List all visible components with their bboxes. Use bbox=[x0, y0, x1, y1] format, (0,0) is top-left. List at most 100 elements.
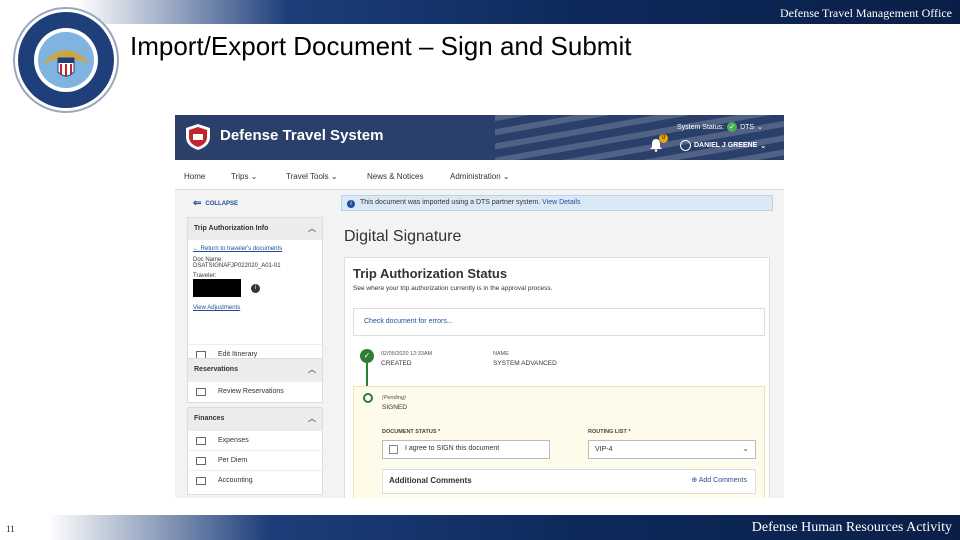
reservations-heading-label: Reservations bbox=[194, 366, 238, 373]
nav-trips-label: Trips bbox=[231, 172, 249, 181]
view-adjustments-link[interactable]: View Adjustments bbox=[193, 305, 317, 311]
sidebar: ⇐ COLLAPSE Trip Authorization Info ︿ ← R… bbox=[187, 193, 323, 498]
agree-sign-checkbox[interactable]: I agree to SIGN this document bbox=[382, 440, 550, 459]
step-datetime: 02/05/2020 12:33AM bbox=[381, 351, 433, 357]
chevron-down-icon: ⌄ bbox=[250, 172, 258, 181]
accounting-label: Accounting bbox=[218, 477, 253, 484]
finances-heading-label: Finances bbox=[194, 415, 225, 422]
check-icon: ✓ bbox=[360, 349, 374, 363]
card-title: Trip Authorization Status bbox=[353, 266, 508, 281]
pending-circle-icon bbox=[363, 393, 373, 403]
trip-info-heading-label: Trip Authorization Info bbox=[194, 225, 269, 232]
doc-name-value: DSATSIGNAFJP022020_A01-01 bbox=[193, 263, 281, 269]
agree-sign-label: I agree to SIGN this document bbox=[405, 445, 500, 452]
trip-info-section: Trip Authorization Info ︿ ← Return to tr… bbox=[187, 217, 323, 363]
chevron-up-icon: ︿ bbox=[308, 365, 316, 374]
chevron-up-icon: ︿ bbox=[308, 224, 316, 233]
slide-header-org: Defense Travel Management Office bbox=[779, 6, 952, 20]
chevron-down-icon: ⌄ bbox=[760, 142, 767, 150]
routing-list-select[interactable]: VIP-4 ⌄ bbox=[588, 440, 756, 459]
expenses-label: Expenses bbox=[218, 437, 249, 444]
sidebar-item-per-diem[interactable]: Per Diem bbox=[188, 450, 322, 470]
step-name-label: NAME bbox=[493, 351, 509, 357]
user-menu[interactable]: DANIEL J GREENE ⌄ bbox=[680, 140, 766, 151]
main-content: i This document was imported using a DTS… bbox=[341, 190, 784, 498]
import-info-banner: i This document was imported using a DTS… bbox=[341, 195, 773, 211]
routing-list-label: ROUTING LIST * bbox=[588, 429, 631, 435]
edit-itinerary-label: Edit Itinerary bbox=[218, 351, 258, 358]
collapse-label: COLLAPSE bbox=[205, 200, 239, 207]
step-name: SYSTEM ADVANCED bbox=[493, 360, 557, 367]
card-subtitle: See where your trip authorization curren… bbox=[353, 285, 553, 292]
notification-badge: 0 bbox=[659, 134, 668, 143]
trip-info-heading[interactable]: Trip Authorization Info ︿ bbox=[188, 218, 322, 240]
return-to-documents-link[interactable]: ← Return to traveler's documents bbox=[193, 246, 317, 252]
sidebar-item-review-reservations[interactable]: Review Reservations bbox=[188, 381, 322, 401]
system-status-label: System Status: bbox=[677, 123, 725, 131]
collapse-button[interactable]: ⇐ COLLAPSE bbox=[193, 198, 238, 209]
additional-comments-label: Additional Comments bbox=[389, 476, 472, 485]
chevron-down-icon: ⌄ bbox=[742, 444, 749, 453]
traveler-name-redacted bbox=[193, 279, 241, 297]
add-comments-button[interactable]: ⊕ Add Comments bbox=[691, 476, 747, 484]
routing-list-value: VIP-4 bbox=[595, 446, 613, 453]
info-icon[interactable]: i bbox=[251, 283, 260, 293]
user-icon bbox=[680, 140, 691, 151]
slide-page-number: 11 bbox=[6, 524, 15, 534]
add-comments-label: Add Comments bbox=[698, 477, 747, 484]
slide-footer-bar: Defense Human Resources Activity bbox=[0, 515, 960, 540]
status-ok-icon: ✓ bbox=[727, 122, 738, 132]
page-title: Digital Signature bbox=[344, 228, 462, 245]
finances-section: Finances ︿ Expenses Per Diem Accounting bbox=[187, 407, 323, 495]
slide-header-bar: Defense Travel Management Office bbox=[0, 0, 960, 24]
reservations-heading[interactable]: Reservations ︿ bbox=[188, 359, 322, 381]
nav-administration-label: Administration bbox=[450, 172, 501, 181]
chevron-down-icon: ⌄ bbox=[502, 172, 510, 181]
additional-comments-panel: Additional Comments ⊕ Add Comments bbox=[382, 469, 756, 494]
collapse-icon: ⇐ bbox=[193, 198, 202, 209]
nav-news-notices[interactable]: News & Notices bbox=[367, 172, 423, 181]
main-nav: Home Trips ⌄ Travel Tools ⌄ News & Notic… bbox=[175, 160, 784, 190]
nav-trips[interactable]: Trips ⌄ bbox=[231, 172, 257, 181]
plus-icon: ⊕ bbox=[691, 477, 698, 484]
system-status-value: DTS bbox=[740, 123, 755, 131]
document-status-label: DOCUMENT STATUS * bbox=[382, 429, 441, 435]
return-link-label: Return to traveler's documents bbox=[200, 246, 283, 252]
nav-home[interactable]: Home bbox=[184, 172, 205, 181]
chevron-down-icon: ⌄ bbox=[757, 124, 763, 131]
nav-travel-tools[interactable]: Travel Tools ⌄ bbox=[286, 172, 338, 181]
step-status: CREATED bbox=[381, 360, 412, 367]
chevron-down-icon: ⌄ bbox=[330, 172, 338, 181]
app-title[interactable]: Defense Travel System bbox=[220, 127, 383, 144]
chevron-up-icon: ︿ bbox=[308, 414, 316, 423]
slide-title: Import/Export Document – Sign and Submit bbox=[130, 31, 632, 61]
banner-text: This document was imported using a DTS p… bbox=[360, 199, 541, 206]
trip-status-card: Trip Authorization Status See where your… bbox=[344, 257, 770, 498]
step-state: (Pending) bbox=[382, 395, 406, 401]
step-status: SIGNED bbox=[382, 404, 407, 411]
nav-administration[interactable]: Administration ⌄ bbox=[450, 172, 510, 181]
status-step-signed: (Pending) SIGNED DOCUMENT STATUS * ROUTI… bbox=[353, 386, 765, 498]
dts-header: Defense Travel System System Status: ✓ D… bbox=[175, 115, 784, 160]
status-step-created: ✓ 02/05/2020 12:33AM CREATED NAME SYSTEM… bbox=[353, 346, 765, 389]
finances-heading[interactable]: Finances ︿ bbox=[188, 408, 322, 430]
checkbox-icon bbox=[389, 445, 398, 454]
reservations-section: Reservations ︿ Review Reservations bbox=[187, 358, 323, 403]
dts-shield-icon bbox=[186, 124, 210, 150]
sidebar-item-accounting[interactable]: Accounting bbox=[188, 470, 322, 490]
user-name: DANIEL J GREENE bbox=[694, 142, 758, 149]
slide-footer-org: Defense Human Resources Activity bbox=[751, 520, 952, 535]
check-errors-link[interactable]: Check document for errors... bbox=[353, 308, 765, 336]
dtmo-seal-logo bbox=[13, 7, 119, 113]
nav-travel-tools-label: Travel Tools bbox=[286, 172, 329, 181]
view-details-link[interactable]: View Details bbox=[542, 199, 580, 206]
reservations-icon bbox=[196, 388, 206, 396]
info-icon: i bbox=[347, 200, 355, 208]
calendar-icon bbox=[196, 457, 206, 465]
system-status[interactable]: System Status: ✓ DTS ⌄ bbox=[677, 122, 763, 132]
money-icon bbox=[196, 437, 206, 445]
sidebar-item-expenses[interactable]: Expenses bbox=[188, 430, 322, 450]
review-reservations-label: Review Reservations bbox=[218, 388, 284, 395]
accounting-icon bbox=[196, 477, 206, 485]
dts-screenshot: Defense Travel System System Status: ✓ D… bbox=[175, 115, 784, 498]
